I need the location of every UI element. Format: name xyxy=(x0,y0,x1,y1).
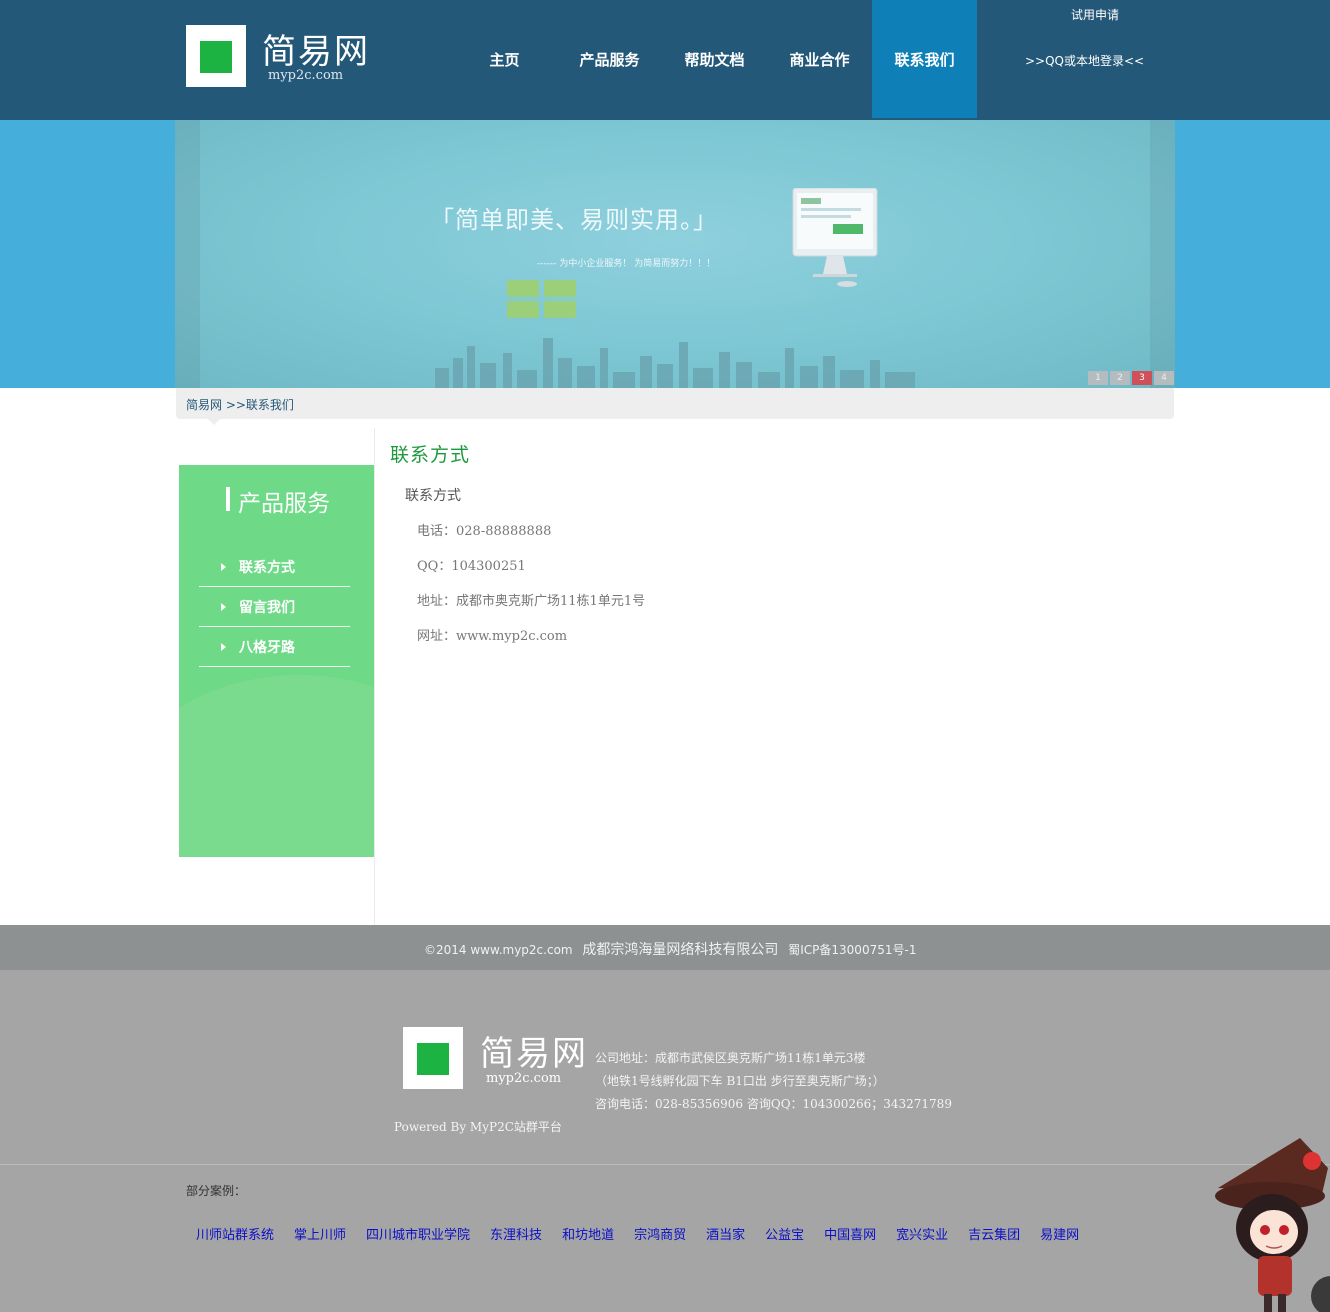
sidebar-item-leave-message[interactable]: 留言我们 xyxy=(199,587,350,627)
banner-slogan: 「简单即美、易则实用。」 xyxy=(430,206,718,234)
logo-title[interactable]: 简易网 xyxy=(262,24,370,73)
banner-slogan-sub: ------ 为中小企业服务！ 为简易而努力！！！ xyxy=(537,259,716,269)
banner-pager: 1 2 3 4 xyxy=(1088,371,1174,385)
nav-help-docs[interactable]: 帮助文档 xyxy=(662,0,767,118)
pager-dot-3[interactable]: 3 xyxy=(1132,371,1152,385)
nav-products[interactable]: 产品服务 xyxy=(557,0,662,118)
monitor-icon xyxy=(792,188,878,287)
breadcrumb-text[interactable]: 简易网 >>联系我们 xyxy=(186,396,294,413)
trial-apply-link[interactable]: 试用申请 xyxy=(1071,6,1119,23)
cases-label: 部分案例： xyxy=(186,1184,247,1198)
case-link[interactable]: 易建网 xyxy=(1040,1224,1079,1243)
sidebar-decoration xyxy=(179,675,374,857)
sidebar-title: 产品服务 xyxy=(238,491,330,517)
case-link[interactable]: 四川城市职业学院 xyxy=(366,1224,470,1243)
sidebar: 产品服务 联系方式 留言我们 八格牙路 xyxy=(179,465,374,857)
case-link[interactable]: 川师站群系统 xyxy=(196,1224,274,1243)
sidebar-title-bar xyxy=(226,487,230,511)
footer-contact-phone: 咨询电话：028-85356906 咨询QQ：104300266；3432717… xyxy=(595,1097,952,1111)
contact-qq: QQ：104300251 xyxy=(417,559,526,574)
case-link[interactable]: 宗鸿商贸 xyxy=(634,1224,686,1243)
company-name: 成都宗鸿海量网络科技有限公司 xyxy=(582,942,779,958)
mascot-witch-icon[interactable] xyxy=(1210,1128,1330,1312)
case-link[interactable]: 公益宝 xyxy=(765,1224,804,1243)
icp-number[interactable]: 蜀ICP备13000751号-1 xyxy=(788,943,916,957)
main-nav: 主页 产品服务 帮助文档 商业合作 联系我们 xyxy=(452,0,977,118)
nav-contact-us[interactable]: 联系我们 xyxy=(872,0,977,118)
breadcrumb: 简易网 >>联系我们 xyxy=(176,388,1174,425)
logo-subtitle: myp2c.com xyxy=(268,68,344,83)
copyright: ©2014 www.myp2c.com xyxy=(424,943,573,957)
case-link[interactable]: 酒当家 xyxy=(706,1224,745,1243)
city-skyline-icon xyxy=(435,338,915,388)
nav-home[interactable]: 主页 xyxy=(452,0,557,118)
sidebar-item-label: 联系方式 xyxy=(239,559,295,576)
footer-directions: （地铁1号线孵化园下车 B1口出 步行至奥克斯广场；） xyxy=(595,1074,885,1088)
green-tiles-icon xyxy=(507,280,577,318)
case-link[interactable]: 东浬科技 xyxy=(490,1224,542,1243)
case-link[interactable]: 吉云集团 xyxy=(968,1224,1020,1243)
case-link[interactable]: 中国喜网 xyxy=(824,1224,876,1243)
contact-website: 网址：www.myp2c.com xyxy=(417,629,568,644)
footer-logo-title: 简易网 xyxy=(480,1034,588,1074)
footer-logo-subtitle: myp2c.com xyxy=(486,1071,562,1086)
logo-icon[interactable] xyxy=(186,25,246,87)
content-title: 联系方式 xyxy=(390,444,471,466)
pager-dot-1[interactable]: 1 xyxy=(1088,371,1108,385)
site-footer: 简易网 myp2c.com 公司地址：成都市武侯区奥克斯广场11栋1单元3楼 （… xyxy=(0,970,1330,1312)
sidebar-item-label: 留言我们 xyxy=(239,599,295,616)
sidebar-item-third[interactable]: 八格牙路 xyxy=(199,627,350,667)
cases-list: 川师站群系统 掌上川师 四川城市职业学院 东浬科技 和坊地道 宗鸿商贸 酒当家 … xyxy=(196,1224,1079,1243)
contact-phone: 电话：028-88888888 xyxy=(417,524,552,539)
case-link[interactable]: 和坊地道 xyxy=(562,1224,614,1243)
pager-dot-4[interactable]: 4 xyxy=(1154,371,1174,385)
content-subtitle: 联系方式 xyxy=(405,488,461,504)
login-link[interactable]: >>QQ或本地登录<< xyxy=(1025,52,1144,69)
copyright-bar: ©2014 www.myp2c.com 成都宗鸿海量网络科技有限公司 蜀ICP备… xyxy=(0,925,1330,970)
breadcrumb-pointer-icon xyxy=(208,419,220,425)
footer-divider xyxy=(0,1164,1330,1165)
sidebar-item-contact-methods[interactable]: 联系方式 xyxy=(199,547,350,587)
contact-address: 地址：成都市奥克斯广场11栋1单元1号 xyxy=(417,594,646,609)
banner: 「简单即美、易则实用。」 ------ 为中小企业服务！ 为简易而努力！！！ xyxy=(0,120,1330,388)
powered-by: Powered By MyP2C站群平台 xyxy=(394,1120,562,1134)
content-divider xyxy=(374,428,375,925)
footer-address: 公司地址：成都市武侯区奥克斯广场11栋1单元3楼 xyxy=(595,1051,866,1065)
site-header: 简易网 myp2c.com 主页 产品服务 帮助文档 商业合作 联系我们 试用申… xyxy=(0,0,1330,120)
case-link[interactable]: 宽兴实业 xyxy=(896,1224,948,1243)
case-link[interactable]: 掌上川师 xyxy=(294,1224,346,1243)
copyright-text: ©2014 www.myp2c.com 成都宗鸿海量网络科技有限公司 蜀ICP备… xyxy=(424,939,916,959)
nav-business[interactable]: 商业合作 xyxy=(767,0,872,118)
pager-dot-2[interactable]: 2 xyxy=(1110,371,1130,385)
banner-slide[interactable]: 「简单即美、易则实用。」 ------ 为中小企业服务！ 为简易而努力！！！ xyxy=(175,120,1175,388)
footer-logo-icon xyxy=(403,1027,463,1089)
sidebar-menu: 联系方式 留言我们 八格牙路 xyxy=(199,547,350,667)
sidebar-item-label: 八格牙路 xyxy=(239,639,295,656)
